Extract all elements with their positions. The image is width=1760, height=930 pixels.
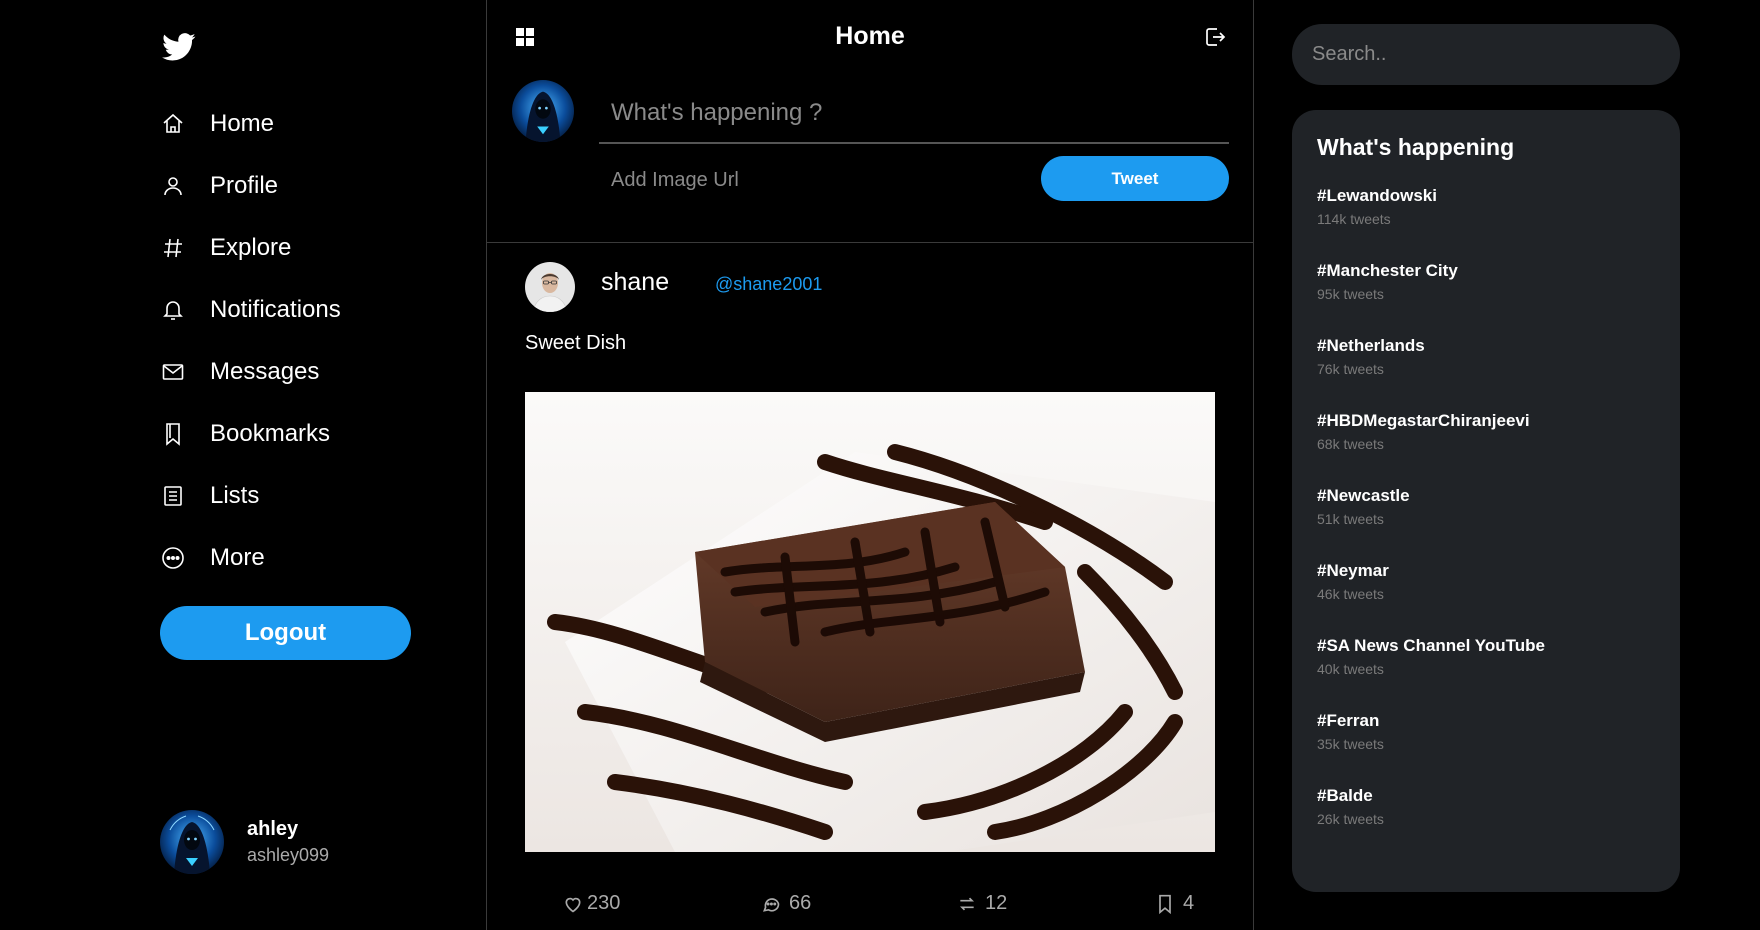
nav-label-home: Home bbox=[210, 110, 275, 137]
trend-item[interactable]: #Neymar 46k tweets bbox=[1317, 561, 1657, 602]
comment-button[interactable]: 66 bbox=[761, 892, 811, 915]
trend-tag: #Lewandowski bbox=[1317, 186, 1437, 205]
trend-count: 26k tweets bbox=[1317, 811, 1384, 827]
compose-input[interactable] bbox=[599, 84, 1229, 144]
nav-label-notifications: Notifications bbox=[210, 296, 341, 323]
post-author-handle[interactable]: @shane2001 bbox=[715, 274, 822, 295]
nav-label-messages: Messages bbox=[210, 358, 320, 385]
nav-label-explore: Explore bbox=[210, 234, 292, 261]
home-icon bbox=[160, 111, 186, 137]
trend-item[interactable]: #Manchester City 95k tweets bbox=[1317, 261, 1657, 302]
trend-tag: #Newcastle bbox=[1317, 486, 1410, 505]
post-author-avatar[interactable] bbox=[525, 262, 575, 312]
trend-item[interactable]: #Balde 26k tweets bbox=[1317, 786, 1657, 827]
nav-item-notifications[interactable]: Notifications bbox=[160, 290, 420, 330]
trend-item[interactable]: #HBDMegastarChiranjeevi 68k tweets bbox=[1317, 411, 1657, 452]
trend-count: 76k tweets bbox=[1317, 361, 1384, 377]
nav-item-home[interactable]: Home bbox=[160, 104, 420, 144]
trend-item[interactable]: #Ferran 35k tweets bbox=[1317, 711, 1657, 752]
bookmark-count: 4 bbox=[1183, 892, 1195, 914]
nav-label-lists: Lists bbox=[210, 482, 260, 509]
like-count: 230 bbox=[587, 892, 621, 914]
post-text: Sweet Dish bbox=[525, 332, 627, 354]
post-image[interactable] bbox=[525, 392, 1215, 852]
trends-title: What's happening bbox=[1317, 134, 1515, 160]
bell-icon bbox=[160, 297, 186, 323]
trend-item[interactable]: #Lewandowski 114k tweets bbox=[1317, 186, 1657, 227]
nav-item-more[interactable]: More bbox=[160, 538, 420, 578]
trend-count: 46k tweets bbox=[1317, 586, 1384, 602]
divider bbox=[487, 242, 1253, 243]
main-feed: Home Tweet bbox=[486, 0, 1254, 930]
bookmark-button[interactable]: 4 bbox=[1155, 892, 1194, 915]
hashtag-icon bbox=[160, 235, 186, 261]
nav-item-messages[interactable]: Messages bbox=[160, 352, 420, 392]
trend-tag: #Netherlands bbox=[1317, 336, 1425, 355]
trends-panel: What's happening #Lewandowski 114k tweet… bbox=[1292, 110, 1680, 892]
retweet-icon bbox=[957, 894, 977, 914]
compose-avatar bbox=[512, 80, 574, 142]
search-input[interactable] bbox=[1292, 24, 1680, 85]
nav-label-more: More bbox=[210, 544, 265, 571]
trend-count: 68k tweets bbox=[1317, 436, 1384, 452]
current-user-card[interactable]: ahley ashley099 bbox=[160, 810, 329, 874]
logout-button[interactable]: Logout bbox=[160, 606, 411, 660]
mail-icon bbox=[160, 359, 186, 385]
retweet-count: 12 bbox=[985, 892, 1008, 914]
trend-count: 35k tweets bbox=[1317, 736, 1384, 752]
trend-tag: #Manchester City bbox=[1317, 261, 1458, 280]
nav-item-lists[interactable]: Lists bbox=[160, 476, 420, 516]
nav-item-profile[interactable]: Profile bbox=[160, 166, 420, 206]
nav-label-profile: Profile bbox=[210, 172, 279, 199]
nav-item-explore[interactable]: Explore bbox=[160, 228, 420, 268]
more-icon bbox=[160, 545, 186, 571]
trend-item[interactable]: #Newcastle 51k tweets bbox=[1317, 486, 1657, 527]
current-user-handle: ashley099 bbox=[247, 845, 330, 865]
trend-count: 51k tweets bbox=[1317, 511, 1384, 527]
trend-count: 95k tweets bbox=[1317, 286, 1384, 302]
avatar bbox=[160, 810, 224, 874]
trend-count: 40k tweets bbox=[1317, 661, 1384, 677]
tweet-button[interactable]: Tweet bbox=[1041, 156, 1229, 201]
trend-tag: #HBDMegastarChiranjeevi bbox=[1317, 411, 1530, 430]
trend-item[interactable]: #Netherlands 76k tweets bbox=[1317, 336, 1657, 377]
trend-item[interactable]: #SA News Channel YouTube 40k tweets bbox=[1317, 636, 1657, 677]
trend-count: 114k tweets bbox=[1317, 211, 1391, 227]
list-icon bbox=[160, 483, 186, 509]
comment-count: 66 bbox=[789, 892, 812, 914]
heart-icon bbox=[563, 894, 583, 914]
trend-tag: #Balde bbox=[1317, 786, 1373, 805]
page-title: Home bbox=[835, 22, 905, 50]
trend-tag: #Neymar bbox=[1317, 561, 1389, 580]
like-button[interactable]: 230 bbox=[563, 892, 620, 915]
trend-tag: #SA News Channel YouTube bbox=[1317, 636, 1545, 655]
image-url-input[interactable] bbox=[599, 160, 999, 200]
current-user-name: ahley bbox=[247, 818, 299, 840]
retweet-button[interactable]: 12 bbox=[957, 892, 1007, 915]
post-actions: 230 66 12 4 bbox=[525, 892, 1215, 922]
comment-icon bbox=[761, 894, 781, 914]
bookmark-outline-icon bbox=[1155, 894, 1175, 914]
twitter-logo-icon[interactable] bbox=[160, 30, 198, 64]
sign-out-icon[interactable] bbox=[1203, 25, 1227, 49]
left-sidebar: Home Profile Explore Notifications Messa… bbox=[0, 0, 486, 930]
user-icon bbox=[160, 173, 186, 199]
nav-item-bookmarks[interactable]: Bookmarks bbox=[160, 414, 420, 454]
bookmark-icon bbox=[160, 421, 186, 447]
post-author-name[interactable]: shane bbox=[601, 268, 669, 297]
nav-label-bookmarks: Bookmarks bbox=[210, 420, 331, 447]
trend-tag: #Ferran bbox=[1317, 711, 1380, 730]
